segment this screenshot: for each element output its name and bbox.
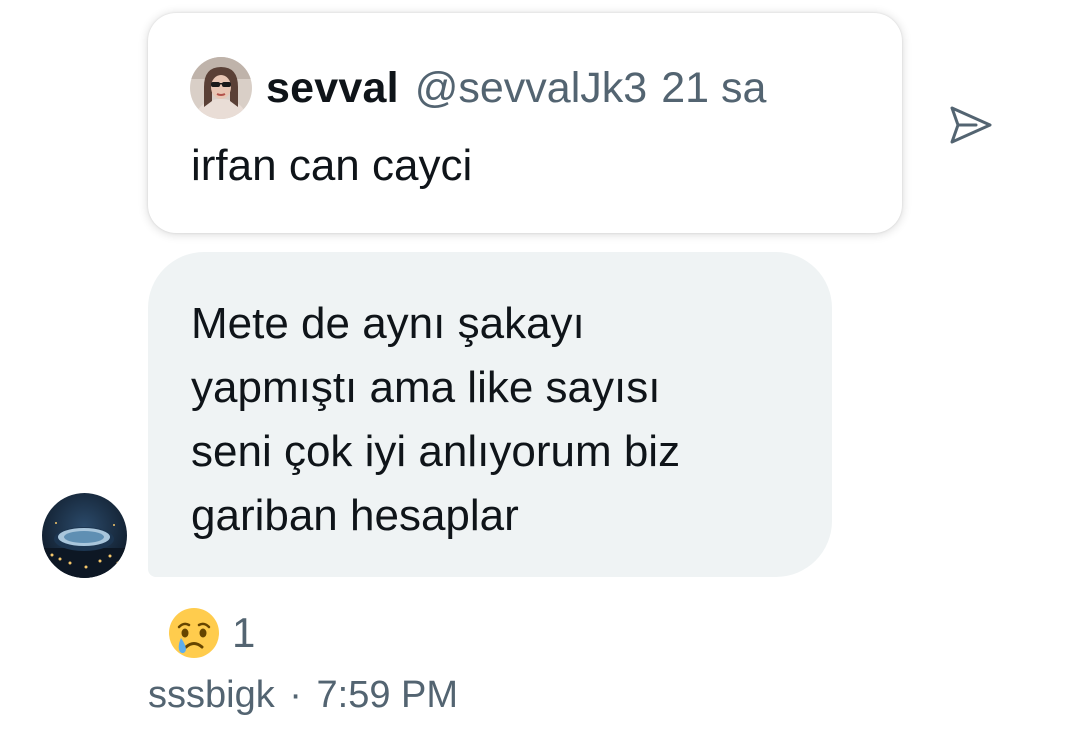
message-text: Mete de aynı şakayı yapmıştı ama like sa… [191,292,811,548]
quoted-author-avatar[interactable] [190,57,252,119]
quoted-tweet-text: irfan can cayci [191,141,473,190]
reaction-count: 1 [232,609,256,656]
meta-separator: · [289,674,302,716]
send-icon[interactable] [946,100,996,150]
reaction-badge[interactable]: 1 [166,605,255,661]
dm-conversation: sevval @sevvalJk3 21 sa irfan can cayci … [0,0,1080,735]
crying-face-emoji-icon [169,608,219,658]
message-time: 7:59 PM [316,674,459,716]
message-line: seni çok iyi anlıyorum biz [191,427,681,476]
quoted-author-name[interactable]: sevval [266,64,399,113]
quoted-tweet-header: sevval @sevvalJk3 21 sa [190,57,766,119]
sender-avatar[interactable] [42,493,127,578]
message-line: yapmıştı ama like sayısı [191,363,661,412]
message-line: gariban hesaplar [191,491,519,540]
quoted-tweet-time: 21 sa [661,63,767,112]
message-meta: sssbigk · 7:59 PM [148,674,458,717]
message-bubble[interactable]: Mete de aynı şakayı yapmıştı ama like sa… [148,252,832,577]
quoted-tweet-card[interactable]: sevval @sevvalJk3 21 sa irfan can cayci [148,13,902,233]
quoted-author-handle[interactable]: @sevvalJk3 [415,64,647,113]
sender-name[interactable]: sssbigk [148,674,275,716]
message-line: Mete de aynı şakayı [191,299,585,348]
